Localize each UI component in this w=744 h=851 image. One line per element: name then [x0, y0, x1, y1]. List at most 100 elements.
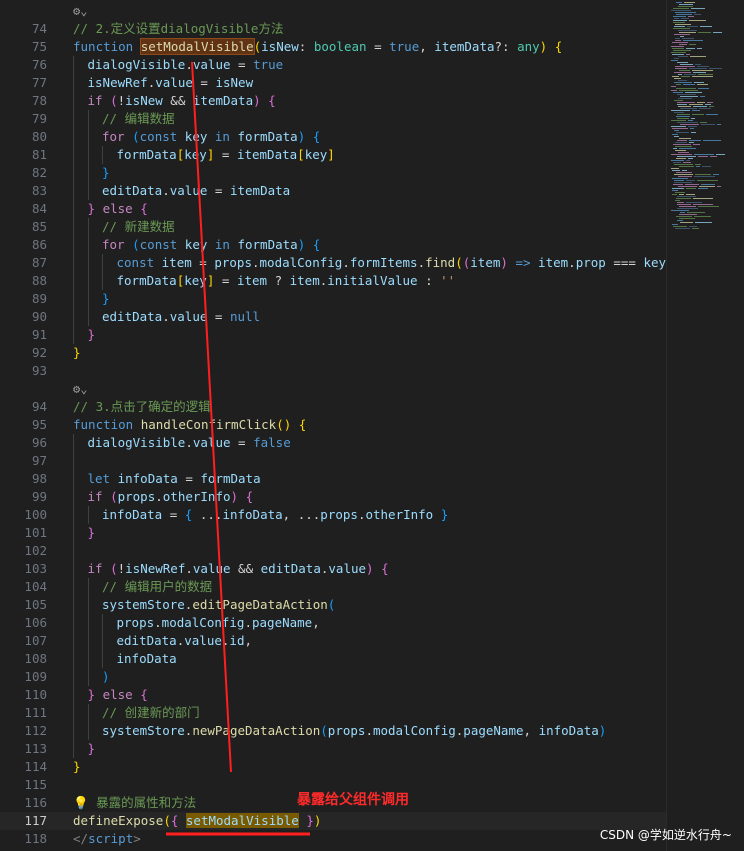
- code-text[interactable]: editData.value = itemData: [102, 182, 290, 200]
- copilot-lens-icon[interactable]: ⚙⌄: [73, 380, 87, 398]
- code-text[interactable]: editData.value.id,: [117, 632, 253, 650]
- code-line[interactable]: 84} else {: [0, 200, 666, 218]
- code-text[interactable]: }: [73, 344, 81, 362]
- code-line[interactable]: 109): [0, 668, 666, 686]
- code-line[interactable]: 88 formData[key] = item ? item.initialVal…: [0, 272, 666, 290]
- code-text[interactable]: 💡 暴露的属性和方法: [73, 794, 196, 812]
- code-line[interactable]: 105 systemStore.editPageDataAction(: [0, 596, 666, 614]
- code-line[interactable]: 104 // 编辑用户的数据: [0, 578, 666, 596]
- code-line[interactable]: 90 editData.value = null: [0, 308, 666, 326]
- code-text[interactable]: // 新建数据: [102, 218, 175, 236]
- code-text[interactable]: defineExpose({ setModalVisible }): [73, 812, 321, 830]
- code-text[interactable]: const item = props.modalConfig.formItems…: [117, 254, 667, 272]
- code-token: item: [538, 255, 569, 270]
- code-line[interactable]: 113}: [0, 740, 666, 758]
- code-line[interactable]: 100 infoData = { ...infoData, ...props.ot…: [0, 506, 666, 524]
- minimap-line: [694, 14, 701, 15]
- code-line[interactable]: 118 </script>: [0, 830, 666, 848]
- code-line[interactable]: 98 let infoData = formData: [0, 470, 666, 488]
- code-text[interactable]: ): [102, 668, 110, 686]
- code-line[interactable]: 106 props.modalConfig.pageName,: [0, 614, 666, 632]
- code-line[interactable]: 94 // 3.点击了确定的逻辑: [0, 398, 666, 416]
- code-text[interactable]: dialogVisible.value = true: [88, 56, 284, 74]
- code-text[interactable]: function setModalVisible(isNew: boolean …: [73, 38, 562, 56]
- code-line[interactable]: 86 for (const key in formData) {: [0, 236, 666, 254]
- indent-guide: [102, 272, 103, 290]
- code-line[interactable]: 77 isNewRef.value = isNew: [0, 74, 666, 92]
- minimap-line: [692, 70, 713, 71]
- code-text[interactable]: isNewRef.value = isNew: [88, 74, 254, 92]
- line-number: 93: [31, 363, 47, 378]
- code-line[interactable]: 111 // 创建新的部门: [0, 704, 666, 722]
- code-line[interactable]: 75 function setModalVisible(isNew: boolea…: [0, 38, 666, 56]
- code-text[interactable]: if (!isNew && itemData) {: [88, 92, 276, 110]
- code-text[interactable]: }: [88, 524, 96, 542]
- code-line[interactable]: 114}: [0, 758, 666, 776]
- code-text[interactable]: formData[key] = item ? item.initialValue…: [117, 272, 456, 290]
- code-text[interactable]: infoData = { ...infoData, ...props.other…: [102, 506, 448, 524]
- code-line[interactable]: 78 if (!isNew && itemData) {: [0, 92, 666, 110]
- code-line[interactable]: 81 formData[key] = itemData[key]: [0, 146, 666, 164]
- code-line[interactable]: 93: [0, 362, 666, 380]
- code-text[interactable]: for (const key in formData) {: [102, 128, 320, 146]
- code-text[interactable]: let infoData = formData: [88, 470, 261, 488]
- code-text[interactable]: function handleConfirmClick() {: [73, 416, 306, 434]
- code-text[interactable]: systemStore.editPageDataAction(: [102, 596, 335, 614]
- code-text[interactable]: dialogVisible.value = false: [88, 434, 291, 452]
- code-text[interactable]: if (!isNewRef.value && editData.value) {: [88, 560, 389, 578]
- code-line[interactable]: 102: [0, 542, 666, 560]
- code-line[interactable]: 82}: [0, 164, 666, 182]
- code-text[interactable]: // 编辑用户的数据: [102, 578, 212, 596]
- code-line[interactable]: 83 editData.value = itemData: [0, 182, 666, 200]
- copilot-lens-icon[interactable]: ⚙⌄: [73, 2, 87, 20]
- code-text[interactable]: } else {: [88, 200, 148, 218]
- code-line[interactable]: 101}: [0, 524, 666, 542]
- code-line[interactable]: 108 infoData: [0, 650, 666, 668]
- code-text[interactable]: } else {: [88, 686, 148, 704]
- codelens-row[interactable]: ⚙⌄: [0, 2, 666, 20]
- code-line[interactable]: 76 dialogVisible.value = true: [0, 56, 666, 74]
- minimap-line: [673, 92, 683, 93]
- code-line[interactable]: 110} else {: [0, 686, 666, 704]
- code-line[interactable]: 85 // 新建数据: [0, 218, 666, 236]
- code-text[interactable]: }: [73, 758, 81, 776]
- code-text[interactable]: }: [88, 740, 96, 758]
- code-line[interactable]: 112 systemStore.newPageDataAction(props.m…: [0, 722, 666, 740]
- code-text[interactable]: systemStore.newPageDataAction(props.moda…: [102, 722, 606, 740]
- code-text[interactable]: if (props.otherInfo) {: [88, 488, 254, 506]
- code-text[interactable]: // 3.点击了确定的逻辑: [73, 398, 211, 416]
- code-text[interactable]: editData.value = null: [102, 308, 260, 326]
- code-editor[interactable]: ⚙⌄ 74 // 2.定义设置dialogVisible方法 75 function s…: [0, 0, 666, 851]
- code-line[interactable]: 96 dialogVisible.value = false: [0, 434, 666, 452]
- code-line[interactable]: 107 editData.value.id,: [0, 632, 666, 650]
- code-line[interactable]: 80 for (const key in formData) {: [0, 128, 666, 146]
- line-number: 86: [31, 237, 47, 252]
- code-text[interactable]: // 创建新的部门: [102, 704, 200, 722]
- code-text[interactable]: }: [102, 164, 110, 182]
- code-text[interactable]: infoData: [117, 650, 177, 668]
- code-token: // 编辑数据: [102, 111, 175, 126]
- code-line[interactable]: 103 if (!isNewRef.value && editData.value…: [0, 560, 666, 578]
- code-line[interactable]: 87 const item = props.modalConfig.formIte…: [0, 254, 666, 272]
- code-text[interactable]: }: [102, 290, 110, 308]
- code-line[interactable]: 79 // 编辑数据: [0, 110, 666, 128]
- minimap[interactable]: [666, 0, 744, 851]
- minimap-line: [673, 148, 677, 149]
- code-text[interactable]: </script>: [73, 830, 141, 848]
- code-text[interactable]: formData[key] = itemData[key]: [117, 146, 335, 164]
- code-line[interactable]: 117 defineExpose({ setModalVisible }): [0, 812, 666, 830]
- code-line[interactable]: 99 if (props.otherInfo) {: [0, 488, 666, 506]
- code-line[interactable]: 89}: [0, 290, 666, 308]
- code-text[interactable]: }: [88, 326, 96, 344]
- code-text[interactable]: // 编辑数据: [102, 110, 175, 128]
- code-line[interactable]: 95 function handleConfirmClick() {: [0, 416, 666, 434]
- code-text[interactable]: // 2.定义设置dialogVisible方法: [73, 20, 283, 38]
- code-line[interactable]: 91}: [0, 326, 666, 344]
- code-text[interactable]: for (const key in formData) {: [102, 236, 320, 254]
- codelens-row[interactable]: ⚙⌄: [0, 380, 666, 398]
- code-text[interactable]: props.modalConfig.pageName,: [117, 614, 320, 632]
- code-line[interactable]: 92}: [0, 344, 666, 362]
- code-line[interactable]: 97: [0, 452, 666, 470]
- code-line[interactable]: 74 // 2.定义设置dialogVisible方法: [0, 20, 666, 38]
- minimap-line: [672, 128, 688, 129]
